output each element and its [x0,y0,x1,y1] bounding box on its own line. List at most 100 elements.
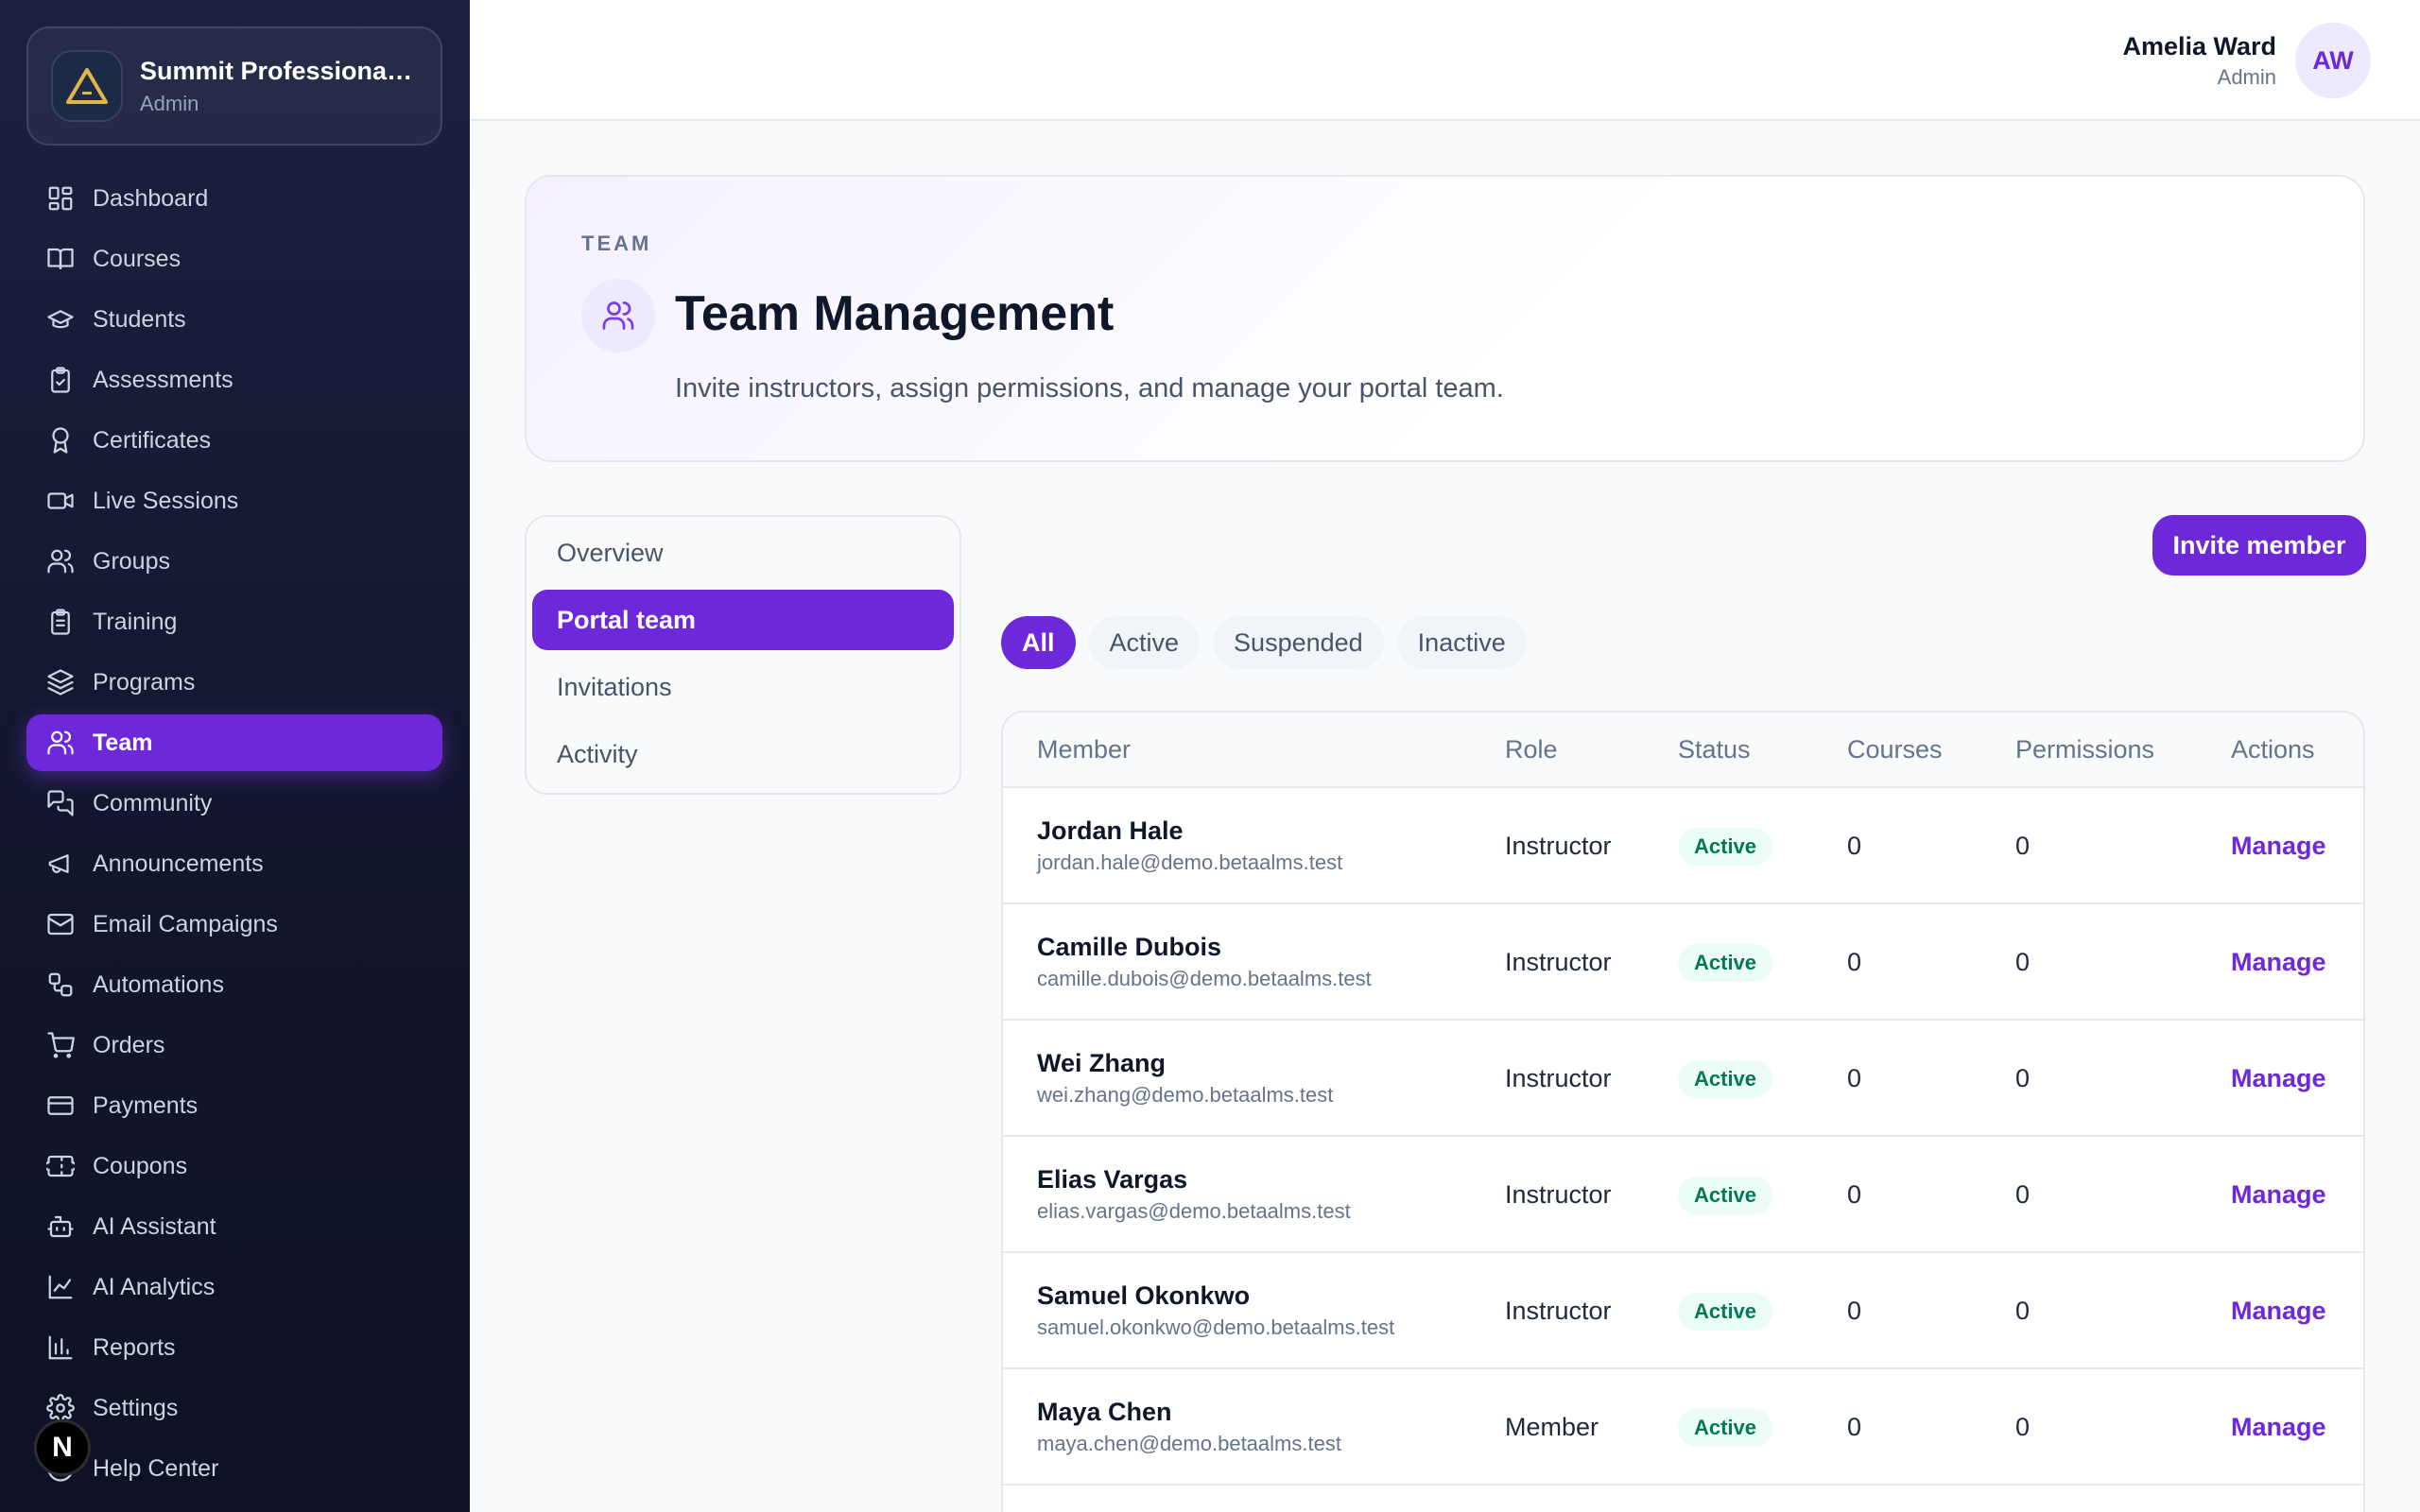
team-table: Member Role Status Courses Permissions A… [1001,711,2365,1512]
sidebar-item-students[interactable]: Students [26,291,442,348]
org-logo [51,50,123,122]
manage-link[interactable]: Manage [2231,1297,2326,1326]
member-courses: 0 [1847,948,1862,976]
member-email: maya.chen@demo.betaalms.test [1037,1432,1341,1455]
sidebar-item-label: Training [93,608,178,635]
sidebar-nav: Dashboard Courses Students Assessments C… [26,170,442,1501]
sidebar-item-programs[interactable]: Programs [26,654,442,711]
sidebar-item-label: Payments [93,1091,199,1119]
sidebar-item-label: Students [93,305,186,333]
member-email: camille.dubois@demo.betaalms.test [1037,967,1372,990]
sidebar-item-automations[interactable]: Automations [26,956,442,1013]
credit-card-icon [45,1091,76,1121]
table-row: Maya Chen maya.chen@demo.betaalms.test M… [1003,1369,2363,1486]
sidebar-item-courses[interactable]: Courses [26,231,442,287]
clipboard-check-icon [45,365,76,395]
team-icon [581,279,655,352]
sidebar-item-community[interactable]: Community [26,775,442,832]
sidebar-item-coupons[interactable]: Coupons [26,1138,442,1194]
member-role: Instructor [1505,1297,1612,1325]
sidebar-item-label: Settings [93,1394,179,1421]
team-icon [45,728,76,758]
manage-link[interactable]: Manage [2231,832,2326,861]
member-permissions: 0 [2015,1297,2031,1325]
users-icon [45,546,76,576]
subnav-activity[interactable]: Activity [532,724,954,784]
sidebar-item-payments[interactable]: Payments [26,1077,442,1134]
user-role: Admin [2217,64,2276,89]
workflow-icon [45,970,76,1000]
sidebar-item-dashboard[interactable]: Dashboard [26,170,442,227]
user-menu[interactable]: Amelia Ward Admin AW [2122,23,2371,98]
member-courses: 0 [1847,1413,1862,1441]
sidebar-item-label: Community [93,789,213,816]
sidebar-item-label: Team [93,729,153,756]
member-role: Instructor [1505,1064,1612,1092]
award-icon [45,425,76,455]
user-name: Amelia Ward [2122,31,2276,60]
member-role: Instructor [1505,1180,1612,1209]
sidebar-item-label: AI Assistant [93,1212,216,1240]
page-header: TEAM Team Management Invite instructors,… [525,175,2365,462]
sidebar-item-email-campaigns[interactable]: Email Campaigns [26,896,442,953]
bar-chart-icon [45,1332,76,1363]
manage-link[interactable]: Manage [2231,948,2326,977]
member-permissions: 0 [2015,832,2031,860]
sidebar-item-label: Programs [93,668,196,696]
chat-icon [45,788,76,818]
member-courses: 0 [1847,1064,1862,1092]
subnav-invitations[interactable]: Invitations [532,657,954,717]
manage-link[interactable]: Manage [2231,1180,2326,1210]
member-email: wei.zhang@demo.betaalms.test [1037,1083,1334,1107]
sidebar-item-announcements[interactable]: Announcements [26,835,442,892]
table-row: Wei Zhang wei.zhang@demo.betaalms.test I… [1003,1021,2363,1137]
sidebar-item-ai-assistant[interactable]: AI Assistant [26,1198,442,1255]
member-name: Samuel Okonkwo [1037,1281,1251,1310]
bot-icon [45,1211,76,1242]
manage-link[interactable]: Manage [2231,1413,2326,1442]
sidebar-item-live-sessions[interactable]: Live Sessions [26,472,442,529]
org-role: Admin [140,91,199,115]
sidebar-item-ai-analytics[interactable]: AI Analytics [26,1259,442,1315]
member-permissions: 0 [2015,1180,2031,1209]
filter-suspended[interactable]: Suspended [1213,616,1384,669]
member-role: Instructor [1505,948,1612,976]
org-switcher[interactable]: Summit Professional Academy Admin [26,26,442,146]
status-badge: Active [1678,828,1773,866]
status-badge: Active [1678,1060,1773,1098]
manage-link[interactable]: Manage [2231,1064,2326,1093]
page-subtitle: Invite instructors, assign permissions, … [675,373,1504,404]
sidebar-item-label: Help Center [93,1454,219,1482]
sidebar-item-reports[interactable]: Reports [26,1319,442,1376]
invite-member-button[interactable]: Invite member [2152,515,2366,576]
member-email: jordan.hale@demo.betaalms.test [1037,850,1343,874]
sidebar-item-label: Assessments [93,366,233,393]
subnav-portal-team[interactable]: Portal team [532,590,954,650]
avatar[interactable]: AW [2295,23,2371,98]
line-chart-icon [45,1272,76,1302]
sidebar-item-label: Orders [93,1031,165,1058]
status-filter: All Active Suspended Inactive [1001,616,1540,669]
table-row: Elias Vargas elias.vargas@demo.betaalms.… [1003,1137,2363,1253]
member-email: elias.vargas@demo.betaalms.test [1037,1199,1351,1223]
member-courses: 0 [1847,1180,1862,1209]
status-badge: Active [1678,944,1773,982]
filter-active[interactable]: Active [1088,616,1201,669]
sidebar-item-certificates[interactable]: Certificates [26,412,442,469]
sidebar-item-team[interactable]: Team [26,714,442,771]
status-badge: Active [1678,1177,1773,1214]
filter-inactive[interactable]: Inactive [1396,616,1527,669]
sidebar-item-settings[interactable]: Settings [26,1380,442,1436]
sidebar-item-orders[interactable]: Orders [26,1017,442,1074]
filter-all[interactable]: All [1001,616,1076,669]
dashboard-icon [45,183,76,214]
sidebar-item-assessments[interactable]: Assessments [26,352,442,408]
sidebar-item-groups[interactable]: Groups [26,533,442,590]
member-role: Member [1505,1413,1599,1441]
framework-badge[interactable]: N [34,1419,91,1476]
sidebar-item-training[interactable]: Training [26,593,442,650]
member-courses: 0 [1847,832,1862,860]
team-subnav: Overview Portal team Invitations Activit… [525,515,961,795]
clipboard-list-icon [45,607,76,637]
subnav-overview[interactable]: Overview [532,523,954,583]
